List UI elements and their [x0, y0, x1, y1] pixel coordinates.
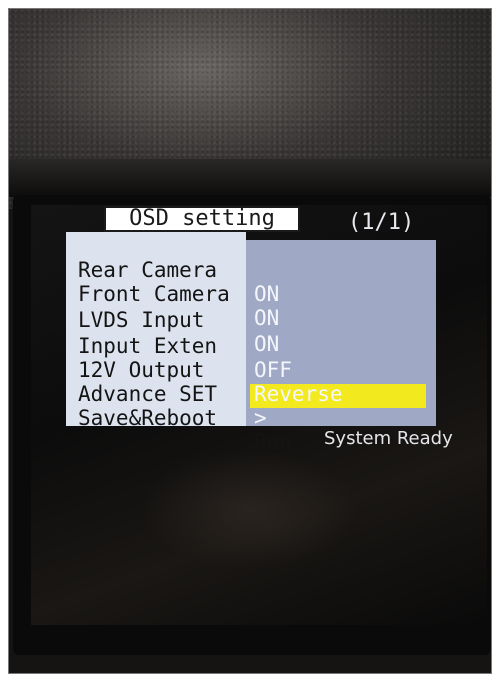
menu-item-12v-output[interactable]: 12V Output Reverse — [0, 334, 370, 406]
screen-reflection — [139, 449, 359, 569]
menu-item-rear-camera[interactable]: Rear Camera ON — [0, 234, 370, 306]
osd-title: OSD setting — [104, 206, 300, 232]
menu-item-value: Run — [254, 430, 292, 454]
menu-item-lvds-input[interactable]: LVDS Input ON — [0, 284, 370, 356]
status-message: System Ready — [324, 428, 453, 449]
menu-item-value: > — [254, 406, 267, 430]
menu-item-front-camera[interactable]: Front Camera ON — [0, 258, 370, 330]
menu-item-label: Save&Reboot — [78, 406, 218, 430]
screen-visor — [9, 159, 491, 197]
menu-item-advance-set[interactable]: Advance SET > — [0, 358, 370, 430]
menu-item-save-reboot[interactable]: Save&Reboot Run — [0, 382, 370, 454]
page-indicator: (1/1) — [348, 210, 415, 235]
menu-item-input-exten[interactable]: Input Exten OFF — [0, 310, 370, 382]
